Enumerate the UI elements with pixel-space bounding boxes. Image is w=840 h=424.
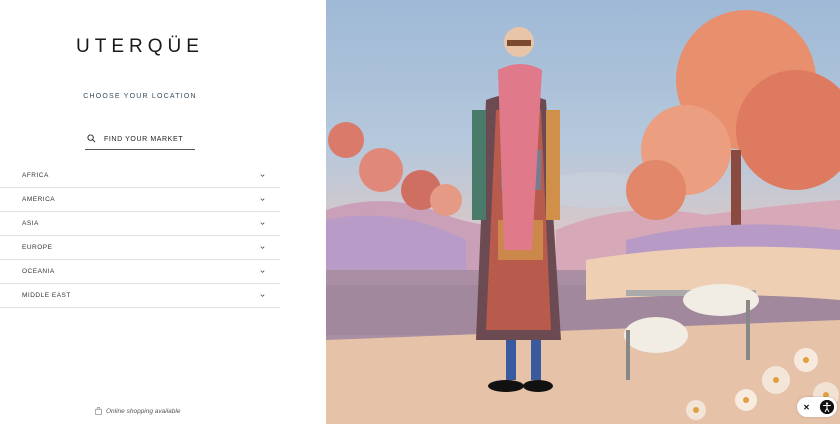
accessibility-icon[interactable] bbox=[819, 400, 834, 414]
region-item-america[interactable]: AMERICA bbox=[0, 188, 280, 212]
region-label: AMERICA bbox=[22, 196, 56, 203]
choose-location-heading: CHOOSE YOUR LOCATION bbox=[83, 93, 197, 100]
chevron-down-icon bbox=[259, 172, 266, 179]
hero-image bbox=[326, 0, 840, 424]
chevron-down-icon bbox=[259, 268, 266, 275]
region-item-asia[interactable]: ASIA bbox=[0, 212, 280, 236]
region-label: EUROPE bbox=[22, 244, 53, 251]
region-label: ASIA bbox=[22, 220, 39, 227]
hero-scene-illustration bbox=[326, 10, 840, 424]
chevron-down-icon bbox=[259, 244, 266, 251]
chevron-down-icon bbox=[259, 220, 266, 227]
brand-logo[interactable]: UTERQÜE bbox=[0, 36, 280, 58]
region-item-europe[interactable]: EUROPE bbox=[0, 236, 280, 260]
online-shopping-note: Online shopping available bbox=[95, 407, 180, 415]
region-label: AFRICA bbox=[22, 172, 49, 179]
region-item-africa[interactable]: AFRICA bbox=[0, 164, 280, 188]
close-icon[interactable]: ✕ bbox=[801, 403, 813, 412]
search-icon bbox=[87, 133, 99, 146]
location-panel: UTERQÜE CHOOSE YOUR LOCATION AFRICA AMER… bbox=[0, 0, 326, 424]
region-item-oceania[interactable]: OCEANIA bbox=[0, 260, 280, 284]
region-label: OCEANIA bbox=[22, 268, 55, 275]
accessibility-widget[interactable]: ✕ bbox=[797, 397, 837, 417]
region-item-middle-east[interactable]: MIDDLE EAST bbox=[0, 284, 280, 308]
search-input[interactable] bbox=[104, 136, 194, 143]
region-label: MIDDLE EAST bbox=[22, 292, 71, 299]
chevron-down-icon bbox=[259, 196, 266, 203]
chevron-down-icon bbox=[259, 292, 266, 299]
region-list: AFRICA AMERICA ASIA EUROPE OCEANIA MIDDL… bbox=[0, 164, 280, 308]
market-search bbox=[85, 130, 195, 150]
shopping-bag-icon bbox=[95, 407, 102, 415]
online-shopping-text: Online shopping available bbox=[106, 407, 181, 415]
